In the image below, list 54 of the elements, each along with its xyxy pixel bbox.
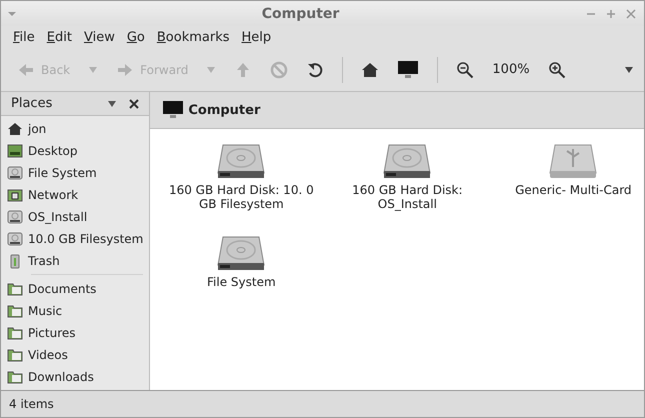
dropdown-arrow-icon: [88, 66, 98, 74]
drive-icon: [7, 231, 23, 247]
usb-drive-icon: [549, 143, 598, 179]
folder-icon: [7, 369, 23, 385]
sidebar-item[interactable]: Desktop: [1, 140, 150, 162]
sidebar-item[interactable]: Pictures: [1, 322, 150, 344]
menu-item[interactable]: File: [7, 30, 41, 44]
file-label[interactable]: 160 GB Hard Disk: 10. 0 GB Filesystem: [166, 183, 316, 211]
sidebar-item[interactable]: File System: [1, 162, 150, 184]
dropdown-arrow-icon: [206, 66, 216, 74]
menu-item[interactable]: Go: [120, 30, 151, 44]
menu-item[interactable]: Help: [236, 30, 278, 44]
file-label[interactable]: File System: [166, 275, 316, 289]
stop-icon: [270, 60, 288, 78]
desktop-icon: [7, 143, 23, 159]
folder-icon: [7, 281, 23, 297]
zoom-out-icon: [456, 60, 474, 78]
file-label[interactable]: 160 GB Hard Disk: OS_Install: [332, 183, 482, 211]
folder-icon: [7, 325, 23, 341]
monitor-icon: [397, 60, 420, 80]
drive-icon: [7, 165, 23, 181]
sidebar-menu-icon[interactable]: [107, 100, 118, 108]
file-label[interactable]: Generic- Multi-Card: [498, 183, 644, 197]
sidebar-item[interactable]: Videos: [1, 344, 150, 366]
sidebar-item[interactable]: Downloads: [1, 366, 150, 388]
network-folder-icon: [7, 187, 23, 203]
home-icon: [361, 60, 380, 78]
sidebar-item[interactable]: jon: [1, 118, 150, 140]
monitor-icon: [162, 100, 184, 120]
sidebar-item[interactable]: Documents: [1, 278, 150, 300]
sidebar-title: Places: [11, 96, 54, 111]
sidebar-item[interactable]: OS_Install: [1, 206, 150, 228]
sidebar-item[interactable]: Trash: [1, 250, 150, 272]
zoom-level: 100%: [491, 62, 531, 77]
drive-icon: [7, 209, 23, 225]
sidebar-item[interactable]: 10.0 GB Filesystem: [1, 228, 150, 250]
menu-item[interactable]: Bookmarks: [150, 30, 236, 44]
hard-drive-icon: [217, 143, 266, 179]
zoom-in-icon: [548, 60, 566, 78]
home-icon: [7, 121, 23, 137]
folder-icon: [7, 347, 23, 363]
reload-icon: [306, 60, 324, 78]
hard-drive-icon: [217, 235, 266, 271]
window-title: Computer: [260, 6, 340, 22]
location-title: Computer: [188, 102, 260, 118]
overflow-arrow-icon[interactable]: [624, 66, 634, 74]
menu-item[interactable]: View: [78, 30, 121, 44]
hard-drive-icon: [383, 143, 432, 179]
close-icon[interactable]: [129, 98, 140, 108]
status-bar: 4 items: [1, 390, 644, 417]
folder-icon: [7, 303, 23, 319]
menu-item[interactable]: Edit: [40, 30, 78, 44]
sidebar-item[interactable]: Network: [1, 184, 150, 206]
sidebar-item[interactable]: Music: [1, 300, 150, 322]
